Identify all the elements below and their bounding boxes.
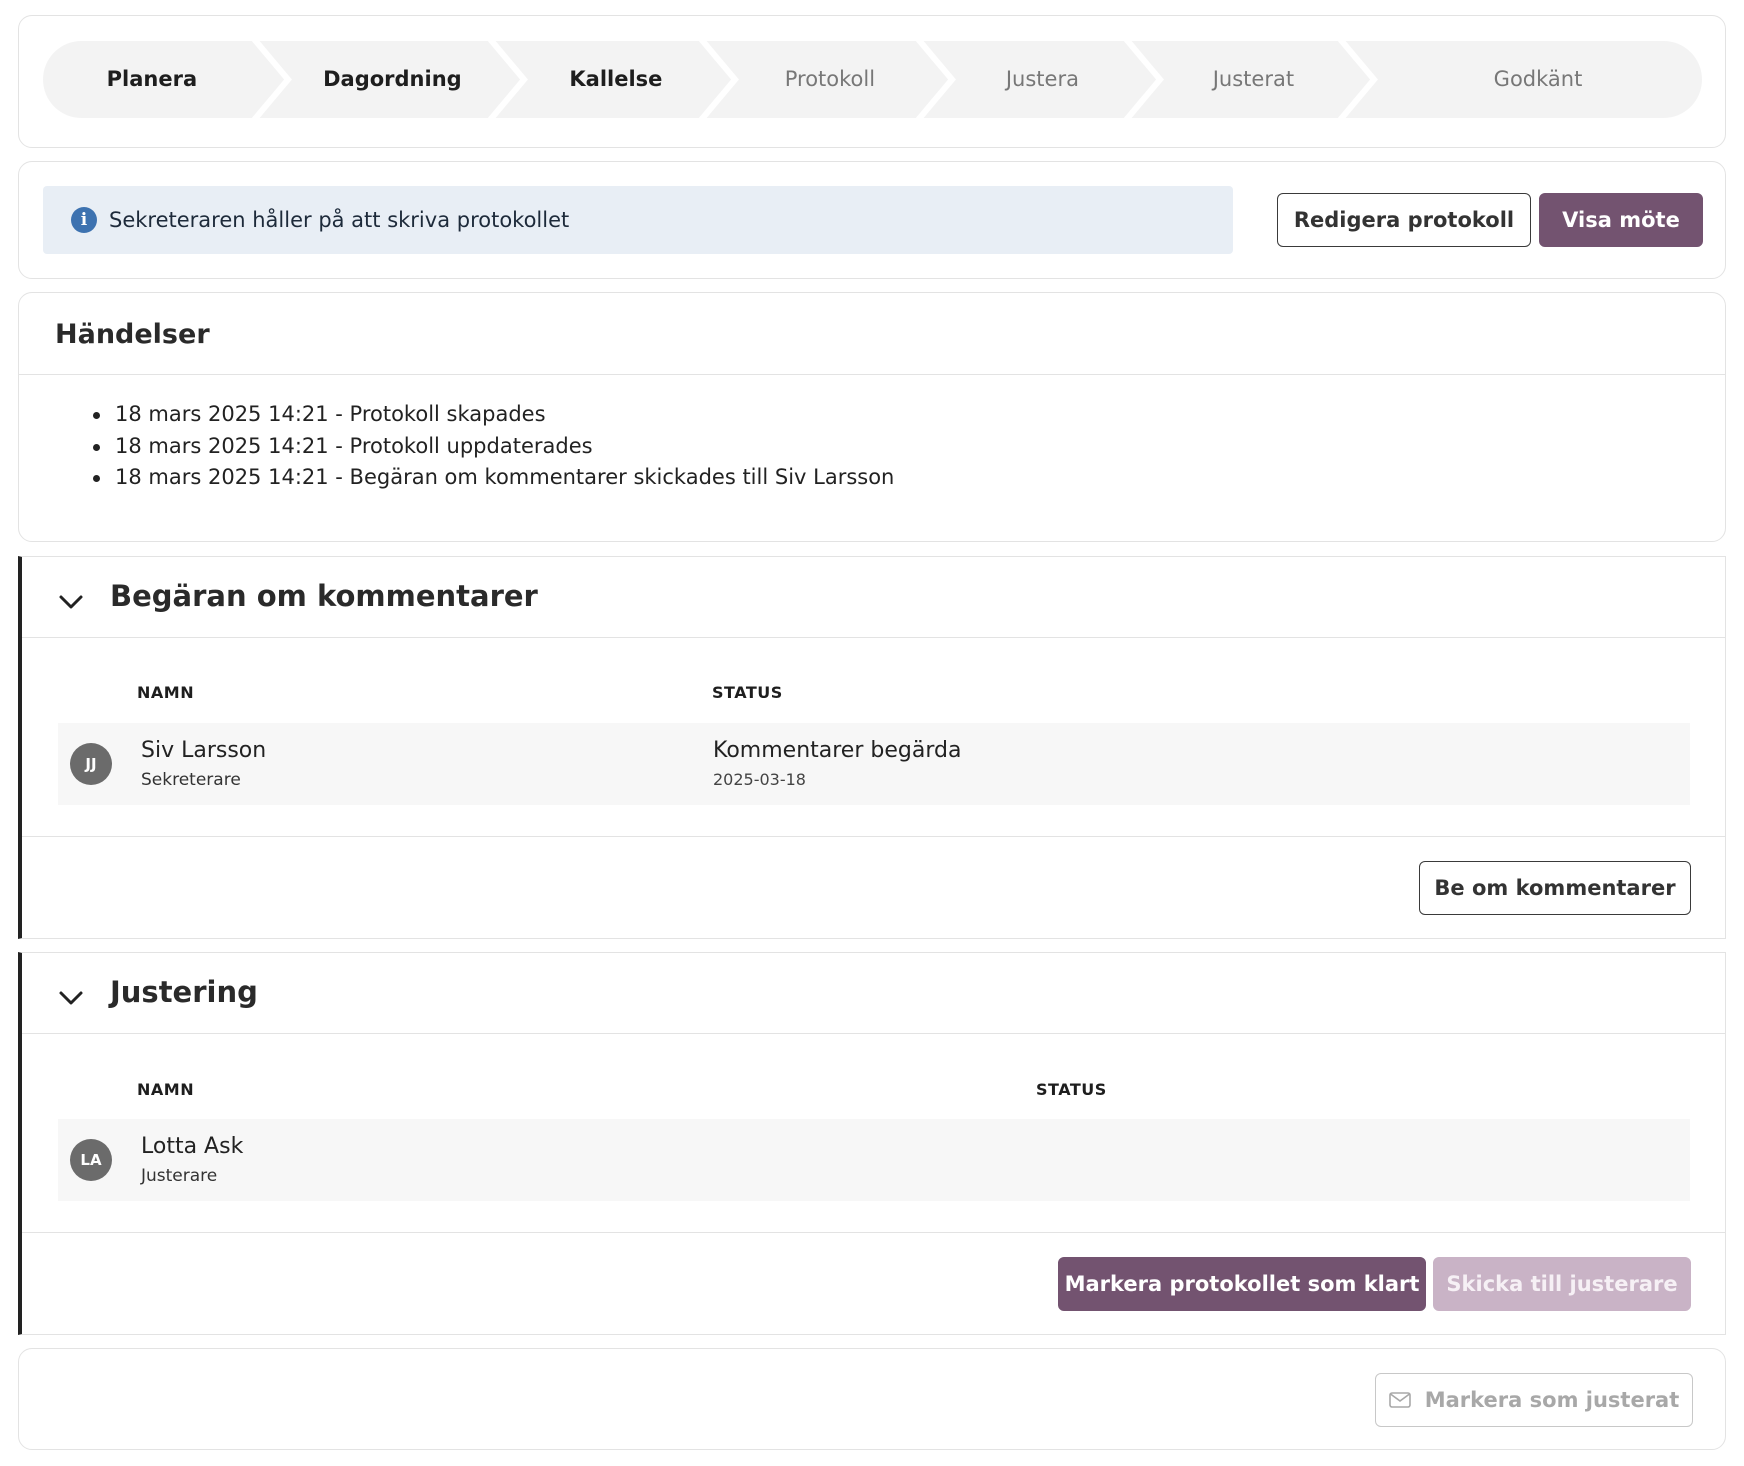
edit-protocol-button[interactable]: Redigera protokoll <box>1277 193 1531 247</box>
step-justerat[interactable]: Justerat <box>1160 41 1347 118</box>
events-divider <box>19 374 1725 375</box>
chevron-down-icon[interactable] <box>56 587 86 617</box>
column-header-name: NAMN <box>137 683 195 702</box>
adjustment-section: Justering NAMN STATUS LA Lotta Ask Juste… <box>18 952 1726 1335</box>
comments-section: Begäran om kommentarer NAMN STATUS JJ Si… <box>18 556 1726 939</box>
column-header-name: NAMN <box>137 1080 195 1099</box>
adjustment-title[interactable]: Justering <box>110 975 258 1009</box>
event-item: 18 mars 2025 14:21 - Protokoll uppdatera… <box>91 431 894 463</box>
events-title: Händelser <box>55 319 210 350</box>
row-status: Kommentarer begärda <box>713 738 962 763</box>
row-role: Justerare <box>141 1166 218 1186</box>
info-message: Sekreteraren håller på att skriva protok… <box>109 208 570 232</box>
avatar: JJ <box>70 743 112 785</box>
row-name: Siv Larsson <box>141 738 267 763</box>
request-comments-button[interactable]: Be om kommentarer <box>1419 861 1691 915</box>
mark-ready-button[interactable]: Markera protokollet som klart <box>1058 1257 1426 1311</box>
column-header-status: STATUS <box>712 683 783 702</box>
footer-card: Markera som justerat <box>18 1348 1726 1450</box>
view-meeting-button[interactable]: Visa möte <box>1539 193 1703 247</box>
info-icon: i <box>71 207 97 233</box>
adjustment-footer-divider <box>22 1232 1725 1233</box>
row-role: Sekreterare <box>141 770 241 790</box>
step-protokoll[interactable]: Protokoll <box>735 41 925 118</box>
progress-stepper: Planera Dagordning Kallelse Protokoll Ju… <box>43 41 1702 118</box>
step-justera[interactable]: Justera <box>952 41 1133 118</box>
step-dagordning[interactable]: Dagordning <box>288 41 497 118</box>
mark-adjusted-button[interactable]: Markera som justerat <box>1375 1373 1693 1427</box>
mail-icon <box>1388 1392 1411 1408</box>
send-to-adjuster-button[interactable]: Skicka till justerare <box>1433 1257 1691 1311</box>
step-godkant[interactable]: Godkänt <box>1374 41 1702 118</box>
comments-divider <box>22 637 1725 638</box>
info-banner: i Sekreteraren håller på att skriva prot… <box>43 186 1233 254</box>
row-name: Lotta Ask <box>141 1134 244 1159</box>
avatar: LA <box>70 1139 112 1181</box>
comments-title[interactable]: Begäran om kommentarer <box>110 579 538 613</box>
progress-stepper-card: Planera Dagordning Kallelse Protokoll Ju… <box>18 15 1726 148</box>
step-planera[interactable]: Planera <box>43 41 261 118</box>
table-row: JJ Siv Larsson Sekreterare Kommentarer b… <box>58 723 1690 805</box>
events-list: 18 mars 2025 14:21 - Protokoll skapades … <box>91 399 894 494</box>
row-status-date: 2025-03-18 <box>713 770 806 789</box>
adjustment-divider <box>22 1033 1725 1034</box>
table-row: LA Lotta Ask Justerare <box>58 1119 1690 1201</box>
step-kallelse[interactable]: Kallelse <box>524 41 708 118</box>
chevron-down-icon[interactable] <box>56 983 86 1013</box>
events-card: Händelser 18 mars 2025 14:21 - Protokoll… <box>18 292 1726 542</box>
status-card: i Sekreteraren håller på att skriva prot… <box>18 161 1726 279</box>
event-item: 18 mars 2025 14:21 - Begäran om kommenta… <box>91 462 894 494</box>
column-header-status: STATUS <box>1036 1080 1107 1099</box>
mark-adjusted-label: Markera som justerat <box>1424 1388 1680 1412</box>
comments-footer-divider <box>22 836 1725 837</box>
event-item: 18 mars 2025 14:21 - Protokoll skapades <box>91 399 894 431</box>
